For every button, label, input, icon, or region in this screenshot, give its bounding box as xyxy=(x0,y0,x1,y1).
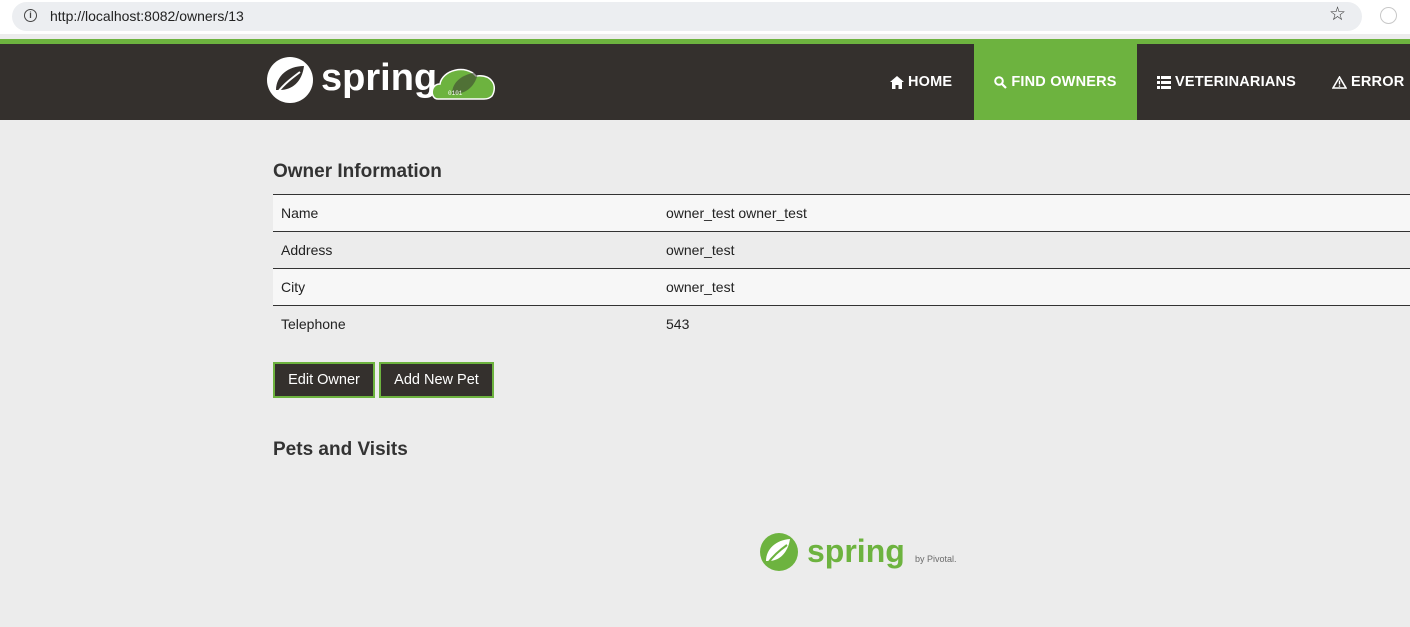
owner-address-value: owner_test xyxy=(666,242,735,258)
owner-info-table: Name owner_test owner_test Address owner… xyxy=(273,194,1410,343)
table-row: Name owner_test owner_test xyxy=(273,194,1410,232)
svg-text:0101: 0101 xyxy=(448,90,463,97)
nav-veterinarians-label: VETERINARIANS xyxy=(1175,74,1297,90)
spring-by-pivotal-logo: spring by Pivotal. xyxy=(757,530,961,576)
warning-icon xyxy=(1332,75,1347,89)
table-row: Address owner_test xyxy=(273,231,1410,269)
edit-owner-button[interactable]: Edit Owner xyxy=(273,362,375,398)
owner-telephone-value: 543 xyxy=(666,316,690,333)
list-icon xyxy=(1157,75,1171,89)
spring-petclinic-logo[interactable]: spring 0101 xyxy=(266,56,498,106)
star-icon[interactable]: ☆ xyxy=(1329,5,1346,25)
info-icon[interactable]: i xyxy=(24,9,37,22)
row-label: Address xyxy=(281,242,333,258)
navbar: spring 0101 HOME FIND OWNERS VETERINARIA… xyxy=(0,44,1410,120)
nav-home[interactable]: HOME xyxy=(890,44,952,120)
url-text[interactable]: http://localhost:8082/owners/13 xyxy=(50,8,244,24)
owner-information-heading: Owner Information xyxy=(273,161,442,182)
svg-text:by Pivotal.: by Pivotal. xyxy=(915,554,957,564)
row-label: Name xyxy=(281,205,319,221)
table-row: Telephone 543 xyxy=(273,305,1410,343)
nav-find-owners[interactable]: FIND OWNERS xyxy=(974,44,1137,120)
row-label: Telephone xyxy=(281,316,346,333)
owner-city-value: owner_test xyxy=(666,279,735,295)
nav-find-owners-label: FIND OWNERS xyxy=(1011,74,1117,90)
nav-home-label: HOME xyxy=(908,74,953,90)
pets-and-visits-heading: Pets and Visits xyxy=(273,439,408,460)
table-row: City owner_test xyxy=(273,268,1410,306)
svg-text:spring: spring xyxy=(807,533,905,569)
owner-name-value: owner_test owner_test xyxy=(666,205,807,221)
svg-text:spring: spring xyxy=(321,57,437,99)
browser-toolbar: i http://localhost:8082/owners/13 ☆ xyxy=(0,0,1410,34)
home-icon xyxy=(890,75,904,89)
nav-veterinarians[interactable]: VETERINARIANS xyxy=(1157,44,1296,120)
search-icon xyxy=(994,75,1008,89)
row-label: City xyxy=(281,279,306,295)
nav-error[interactable]: ERROR xyxy=(1332,44,1404,120)
add-new-pet-button[interactable]: Add New Pet xyxy=(379,362,494,398)
nav-error-label: ERROR xyxy=(1351,74,1405,90)
profile-icon[interactable] xyxy=(1380,7,1397,24)
